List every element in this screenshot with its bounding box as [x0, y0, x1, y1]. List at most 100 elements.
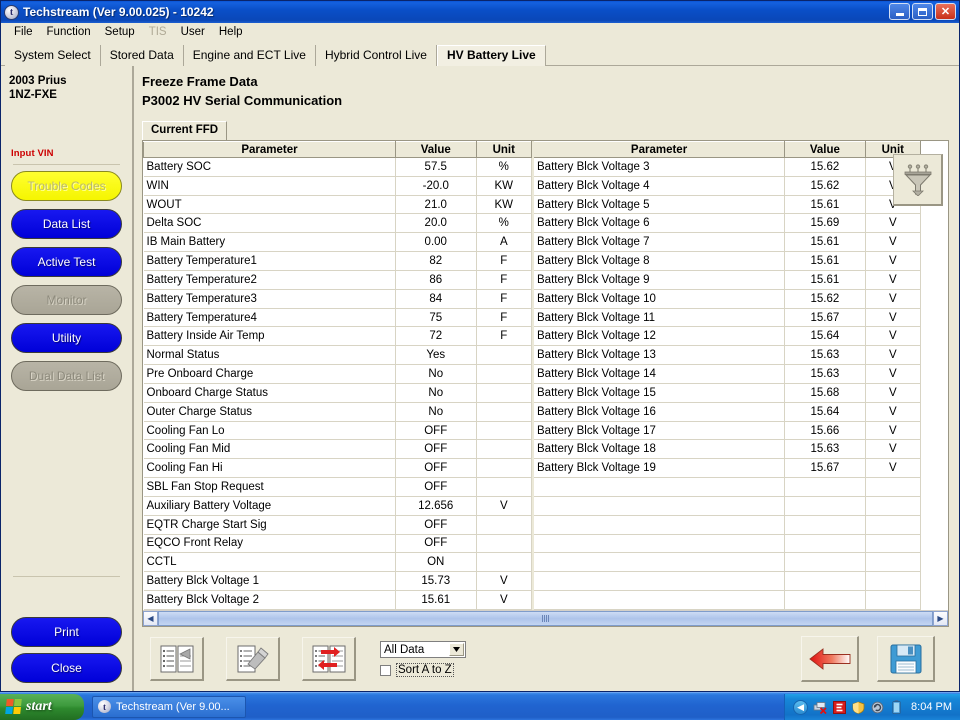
start-button[interactable]: start: [0, 694, 84, 720]
table-row[interactable]: Cooling Fan HiOFF: [144, 459, 532, 478]
table-row[interactable]: Battery Blck Voltage 1015.62V: [533, 289, 921, 308]
tab-current-ffd[interactable]: Current FFD: [142, 121, 227, 140]
column-header-unit[interactable]: Unit: [476, 142, 531, 158]
back-button[interactable]: [801, 636, 859, 682]
tab-engine-and-ect-live[interactable]: Engine and ECT Live: [184, 45, 316, 66]
table-row[interactable]: Battery Blck Voltage 415.62V: [533, 176, 921, 195]
sort-checkbox-label[interactable]: Sort A to Z: [396, 663, 454, 677]
tab-stored-data[interactable]: Stored Data: [101, 45, 184, 66]
snapshot-button[interactable]: [226, 637, 280, 681]
table-row[interactable]: Battery Temperature475F: [144, 308, 532, 327]
column-header-value[interactable]: Value: [395, 142, 476, 158]
table-row[interactable]: [533, 478, 921, 497]
battery-icon[interactable]: [889, 700, 903, 714]
table-row[interactable]: Onboard Charge StatusNo: [144, 383, 532, 402]
menu-setup[interactable]: Setup: [98, 25, 142, 39]
scrollbar-thumb[interactable]: [158, 611, 933, 626]
scrollbar-track[interactable]: [158, 611, 933, 626]
red-e-icon[interactable]: [832, 700, 846, 714]
menu-user[interactable]: User: [174, 25, 212, 39]
table-row[interactable]: Battery Blck Voltage 615.69V: [533, 214, 921, 233]
split-view-button[interactable]: [150, 637, 204, 681]
security-shield-icon[interactable]: [851, 700, 865, 714]
table-row[interactable]: Normal StatusYes: [144, 346, 532, 365]
update-icon[interactable]: [870, 700, 884, 714]
menu-file[interactable]: File: [7, 25, 40, 39]
table-row[interactable]: Cooling Fan LoOFF: [144, 421, 532, 440]
tab-hv-battery-live[interactable]: HV Battery Live: [437, 45, 546, 66]
scroll-right-button[interactable]: ▶: [933, 611, 948, 626]
table-row[interactable]: Battery Temperature182F: [144, 252, 532, 271]
taskbar-item-techstream[interactable]: t Techstream (Ver 9.00...: [92, 696, 246, 718]
sort-checkbox-row[interactable]: Sort A to Z: [380, 663, 466, 677]
table-row[interactable]: [533, 515, 921, 534]
column-header-value[interactable]: Value: [785, 142, 866, 158]
tab-hybrid-control-live[interactable]: Hybrid Control Live: [316, 45, 437, 66]
table-row[interactable]: SBL Fan Stop RequestOFF: [144, 478, 532, 497]
sidebar-item-utility[interactable]: Utility: [11, 323, 122, 353]
table-row[interactable]: Battery SOC57.5%: [144, 158, 532, 177]
table-row[interactable]: IB Main Battery0.00A: [144, 233, 532, 252]
table-row[interactable]: Battery Blck Voltage 915.61V: [533, 270, 921, 289]
table-row[interactable]: Battery Blck Voltage 1615.64V: [533, 402, 921, 421]
table-row[interactable]: Battery Blck Voltage 515.61V: [533, 195, 921, 214]
table-row[interactable]: Delta SOC20.0%: [144, 214, 532, 233]
table-row[interactable]: Battery Blck Voltage 1215.64V: [533, 327, 921, 346]
close-panel-button[interactable]: Close: [11, 653, 122, 683]
save-button[interactable]: [877, 636, 935, 682]
maximize-button[interactable]: [912, 3, 933, 20]
refresh-swap-icon: [312, 645, 346, 673]
table-row[interactable]: [533, 591, 921, 610]
table-row[interactable]: CCTLON: [144, 553, 532, 572]
network-disconnected-icon[interactable]: [813, 700, 827, 714]
table-row[interactable]: [533, 496, 921, 515]
print-button[interactable]: Print: [11, 617, 122, 647]
chevron-down-icon[interactable]: [449, 643, 464, 656]
table-row[interactable]: Battery Blck Voltage 1115.67V: [533, 308, 921, 327]
table-row[interactable]: Battery Blck Voltage 215.61V: [144, 591, 532, 610]
data-filter-select[interactable]: All Data: [380, 641, 466, 658]
table-row[interactable]: Cooling Fan MidOFF: [144, 440, 532, 459]
table-row[interactable]: WIN-20.0KW: [144, 176, 532, 195]
table-row[interactable]: Battery Blck Voltage 1415.63V: [533, 365, 921, 384]
close-button[interactable]: ✕: [935, 3, 956, 20]
table-row[interactable]: Battery Blck Voltage 1915.67V: [533, 459, 921, 478]
sidebar-item-data-list[interactable]: Data List: [11, 209, 122, 239]
table-row[interactable]: Battery Blck Voltage 1315.63V: [533, 346, 921, 365]
table-row[interactable]: Battery Blck Voltage 715.61V: [533, 233, 921, 252]
menu-function[interactable]: Function: [40, 25, 98, 39]
refresh-swap-button[interactable]: [302, 637, 356, 681]
sidebar-item-active-test[interactable]: Active Test: [11, 247, 122, 277]
chevron-left-icon[interactable]: ◀: [793, 700, 808, 715]
table-row[interactable]: Auxiliary Battery Voltage12.656V: [144, 496, 532, 515]
filter-button[interactable]: [893, 154, 943, 206]
table-row[interactable]: Battery Blck Voltage 1515.68V: [533, 383, 921, 402]
sidebar-item-trouble-codes[interactable]: Trouble Codes: [11, 171, 122, 201]
table-row[interactable]: Battery Blck Voltage 1815.63V: [533, 440, 921, 459]
table-row[interactable]: WOUT21.0KW: [144, 195, 532, 214]
column-header-parameter[interactable]: Parameter: [533, 142, 785, 158]
table-row[interactable]: Battery Blck Voltage 1715.66V: [533, 421, 921, 440]
table-row[interactable]: [533, 572, 921, 591]
table-row[interactable]: Battery Blck Voltage 815.61V: [533, 252, 921, 271]
menu-help[interactable]: Help: [212, 25, 250, 39]
table-row[interactable]: EQTR Charge Start SigOFF: [144, 515, 532, 534]
table-row[interactable]: Battery Blck Voltage 115.73V: [144, 572, 532, 591]
horizontal-scrollbar[interactable]: ◀ ▶: [143, 610, 948, 626]
tab-system-select[interactable]: System Select: [5, 45, 101, 66]
table-row[interactable]: Pre Onboard ChargeNo: [144, 365, 532, 384]
table-row[interactable]: EQCO Front RelayOFF: [144, 534, 532, 553]
column-header-parameter[interactable]: Parameter: [144, 142, 396, 158]
scroll-left-button[interactable]: ◀: [143, 611, 158, 626]
table-row[interactable]: [533, 534, 921, 553]
table-row[interactable]: Battery Temperature286F: [144, 270, 532, 289]
table-row[interactable]: Battery Blck Voltage 315.62V: [533, 158, 921, 177]
table-row[interactable]: Outer Charge StatusNo: [144, 402, 532, 421]
table-row[interactable]: [533, 553, 921, 572]
table-row[interactable]: Battery Inside Air Temp72F: [144, 327, 532, 346]
sort-checkbox[interactable]: [380, 665, 391, 676]
minimize-button[interactable]: [889, 3, 910, 20]
table-row[interactable]: Battery Temperature384F: [144, 289, 532, 308]
input-vin-link[interactable]: Input VIN: [11, 148, 122, 159]
clock[interactable]: 8:04 PM: [911, 701, 952, 713]
